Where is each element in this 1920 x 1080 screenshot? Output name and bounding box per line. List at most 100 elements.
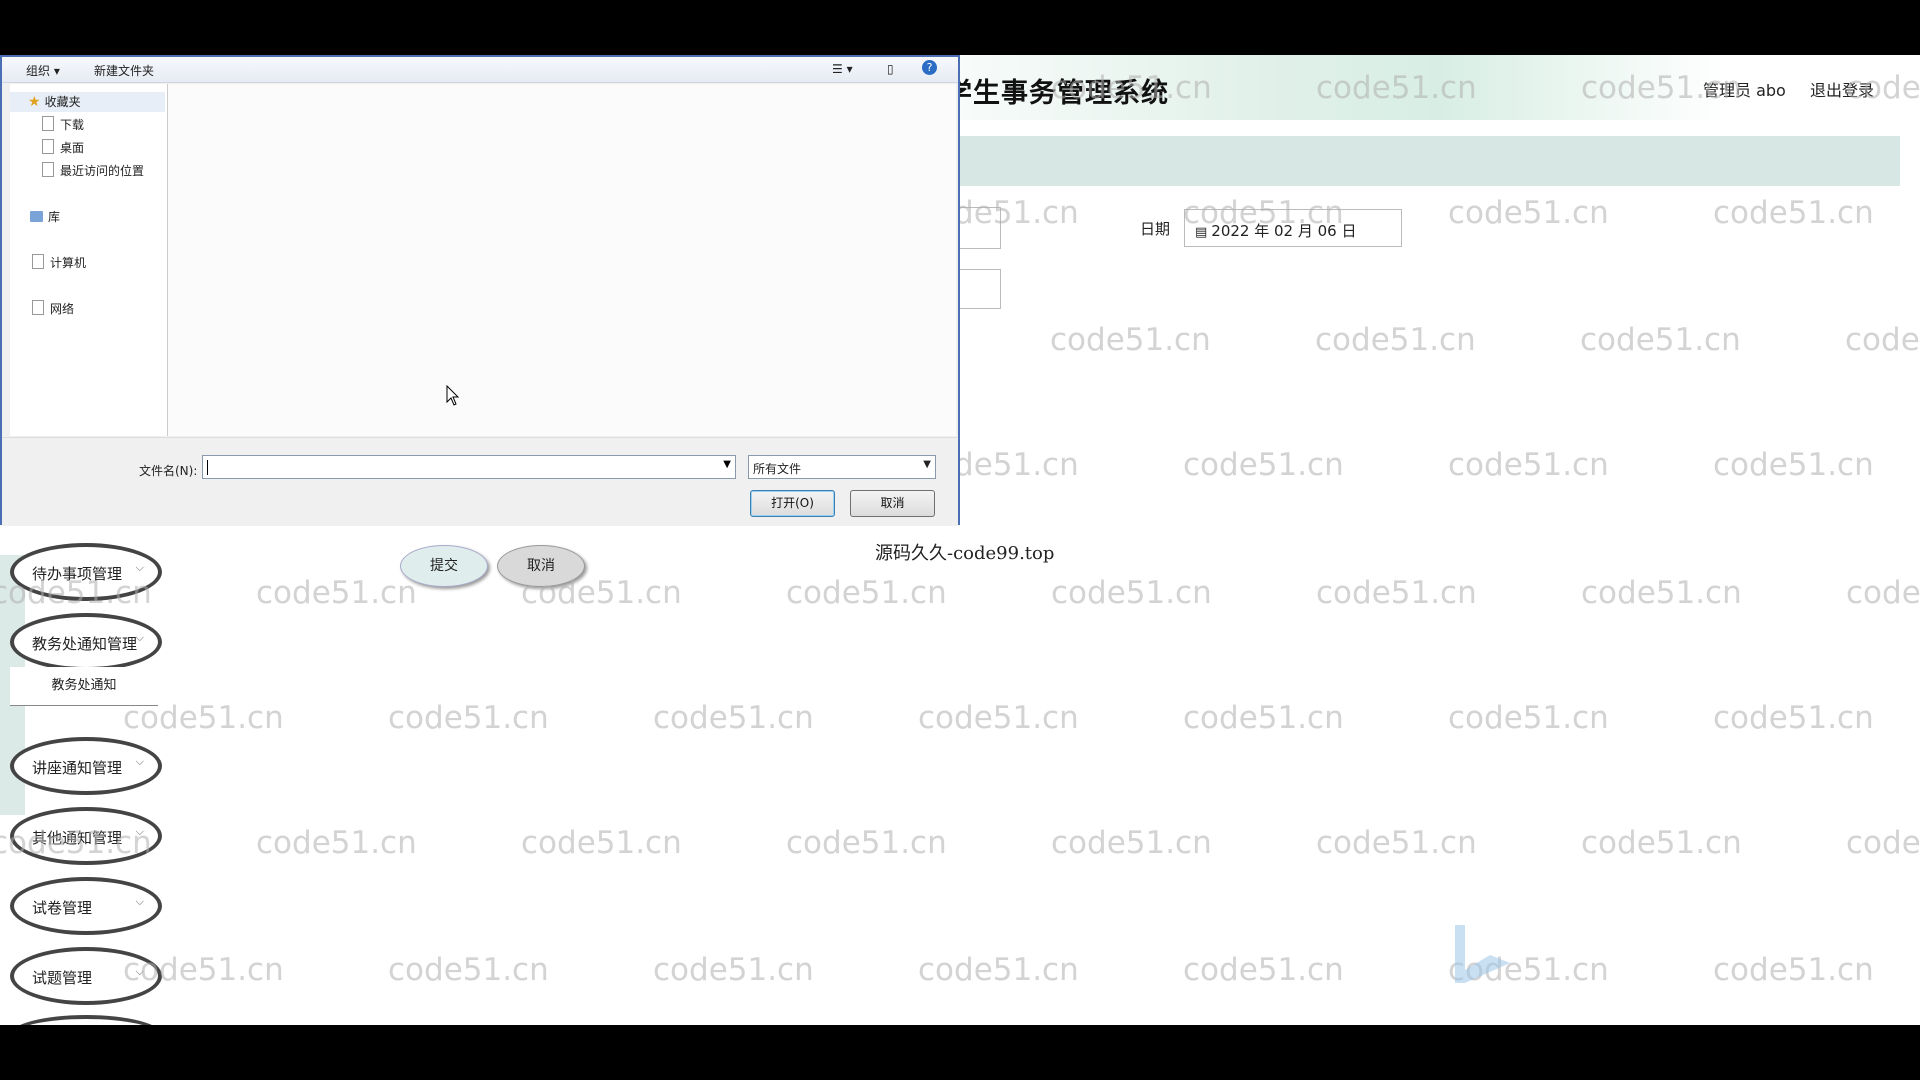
filetype-value: 所有文件 [753,462,802,476]
organize-menu[interactable]: 组织 ▾ [26,62,60,79]
nav-favorites[interactable]: ★ 收藏夹 [28,93,81,110]
watermark-text: code51.cn [1846,575,1920,611]
library-icon [30,211,43,222]
nav-downloads[interactable]: 下载 [42,116,84,133]
watermark-text: code51.cn [653,700,814,736]
file-list-area[interactable] [168,84,956,436]
watermark-text: code51.cn [388,952,549,988]
folder-icon [42,139,54,154]
form-input-1[interactable] [958,207,1001,249]
sidebar-item-partial[interactable] [10,1015,162,1025]
nav-label: 库 [48,210,61,224]
chevron-down-icon: ⌵ [135,631,144,644]
nav-label: 计算机 [50,256,87,270]
watermark-text: code51.cn [1183,952,1344,988]
network-icon [32,300,44,315]
nav-libraries[interactable]: 库 [30,208,60,225]
watermark-text: code51.cn [1845,322,1920,358]
chevron-down-icon: ⌵ [135,561,144,574]
chevron-down-icon: ⌵ [135,965,144,978]
sidebar-item-question[interactable]: 试题管理 ⌵ [10,947,162,1005]
dropdown-arrow-icon[interactable]: ▼ [723,459,731,470]
watermark-text: code51.cn [786,825,947,861]
watermark-text: code51.cn [1713,700,1874,736]
watermark-text: code51.cn [1051,575,1212,611]
sidebar-item-lecture-notice[interactable]: 讲座通知管理 ⌵ [10,737,162,795]
sidebar-subitem-academic-notice[interactable]: 教务处通知 [10,667,158,706]
mouse-cursor-icon [446,385,460,406]
dialog-toolbar: 组织 ▾ 新建文件夹 ☰ ▾ ▯ ? [2,57,958,83]
chevron-down-icon: ⌵ [135,825,144,838]
watermark-text: code51.cn [1183,700,1344,736]
calendar-icon: ▤ [1195,225,1208,240]
nav-label: 网络 [50,302,75,316]
sidebar-item-label: 试卷管理 [32,899,93,917]
sidebar-item-label: 待办事项管理 [32,565,123,583]
nav-label: 桌面 [60,141,85,155]
dialog-footer: 文件名(N): ▼ 所有文件 ▼ 打开(O) 取消 [2,437,958,526]
star-icon: ★ [28,94,41,110]
nav-label: 下载 [60,118,85,132]
page-title: 学生事务管理系统 [945,78,1169,109]
watermark-text: code51.cn [786,575,947,611]
navigation-pane: ★ 收藏夹 下载 桌面 最近访问的位置 库 计算机 网络 [10,84,168,436]
watermark-text: code51.cn [1713,447,1874,483]
watermark-text: code51.cn [1713,952,1874,988]
folder-icon [42,116,54,131]
file-open-dialog: 组织 ▾ 新建文件夹 ☰ ▾ ▯ ? ★ 收藏夹 下载 桌面 最近访问的位置 库 … [0,55,960,526]
dialog-cancel-button[interactable]: 取消 [850,490,935,517]
breadcrumb-band [958,136,1900,186]
watermark-text: code51.cn [1315,322,1476,358]
sidebar-item-todo[interactable]: 待办事项管理 ⌵ [10,543,162,601]
watermark-text: code51.cn [1846,825,1920,861]
new-folder-button[interactable]: 新建文件夹 [94,62,154,79]
sidebar-item-label: 试题管理 [32,969,93,987]
chevron-down-icon: ⌵ [135,755,144,768]
logo-mark-icon [1455,925,1510,983]
watermark-text: code51.cn [1050,322,1211,358]
watermark-text: code51.cn [1183,447,1344,483]
cancel-button[interactable]: 取消 [497,545,585,587]
form-input-2[interactable] [958,269,1001,309]
watermark-text: code51.cn [1581,825,1742,861]
app-screen: 学生事务管理系统 管理员 abo 退出登录 日期 ▤ 2022 年 02 月 06… [0,55,1920,1025]
filetype-select[interactable]: 所有文件 ▼ [748,455,936,479]
admin-user-label: 管理员 abo [1703,81,1786,100]
watermark-text: code51.cn [1316,825,1477,861]
computer-icon [32,254,44,269]
preview-pane-icon[interactable]: ▯ [887,62,894,76]
date-input[interactable]: ▤ 2022 年 02 月 06 日 [1184,209,1402,247]
nav-recent[interactable]: 最近访问的位置 [42,162,144,179]
watermark-text: code51.cn [1713,195,1874,231]
open-button[interactable]: 打开(O) [750,490,835,517]
nav-network[interactable]: 网络 [32,300,74,317]
watermark-text: code51.cn [1448,195,1609,231]
watermark-text: code51.cn [388,700,549,736]
watermark-text: code51.cn [521,825,682,861]
submit-button[interactable]: 提交 [400,545,488,587]
sidebar-item-exam-paper[interactable]: 试卷管理 ⌵ [10,877,162,935]
filename-input[interactable]: ▼ [202,455,736,479]
help-icon[interactable]: ? [922,60,937,75]
view-menu-icon[interactable]: ☰ ▾ [832,62,853,76]
sidebar-item-academic-notice[interactable]: 教务处通知管理 ⌵ [10,613,162,671]
watermark-text: code51.cn [1316,575,1477,611]
watermark-text: code51.cn [256,825,417,861]
watermark-text: code51.cn [1448,700,1609,736]
watermark-text: code51.cn [653,952,814,988]
watermark-text: code51.cn [918,700,1079,736]
filename-label: 文件名(N): [139,464,198,478]
logout-link[interactable]: 退出登录 [1810,77,1874,101]
nav-computer[interactable]: 计算机 [32,254,86,271]
nav-desktop[interactable]: 桌面 [42,139,84,156]
watermark-text: code51.cn [1051,825,1212,861]
date-label: 日期 [1140,220,1171,238]
watermark-text: code51.cn [918,952,1079,988]
nav-label: 最近访问的位置 [60,164,145,178]
watermark-text: code51.cn [1581,575,1742,611]
chevron-down-icon: ⌵ [135,895,144,908]
sidebar-item-label: 其他通知管理 [32,829,123,847]
sidebar-item-other-notice[interactable]: 其他通知管理 ⌵ [10,807,162,865]
date-value: 2022 年 02 月 06 日 [1211,222,1357,240]
watermark-text: code51.cn [256,575,417,611]
